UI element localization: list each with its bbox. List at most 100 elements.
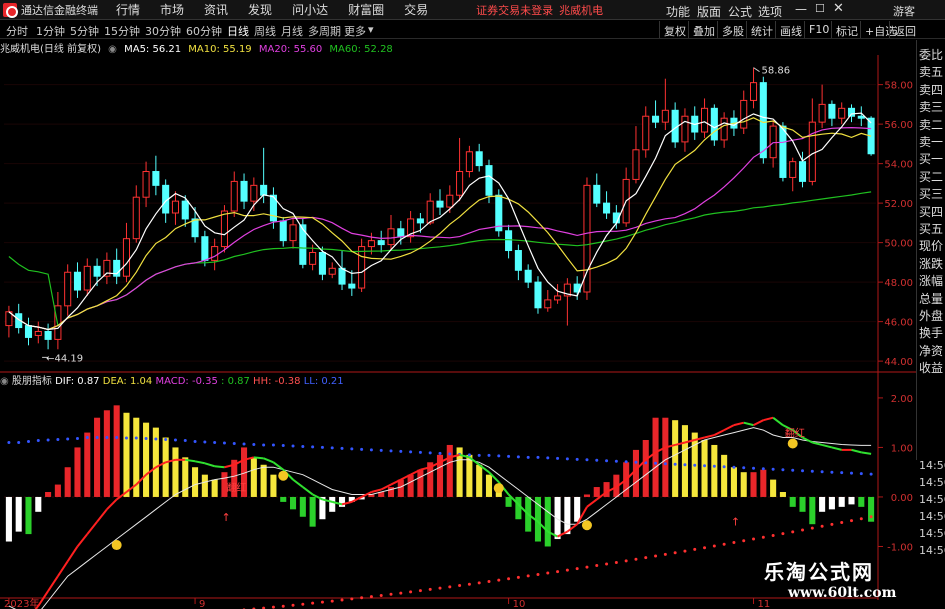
candle-body <box>603 202 611 214</box>
red-dot <box>291 603 295 607</box>
blue-dot <box>624 460 628 464</box>
high-label: 58.86 <box>762 66 791 77</box>
blue-dot <box>703 464 707 468</box>
menu-item-news[interactable]: 资讯 <box>204 1 228 18</box>
period-tab-monthly[interactable]: 月线 <box>281 23 303 39</box>
macd-bar <box>515 496 522 520</box>
candle-body <box>338 267 346 285</box>
signal-smiley-icon <box>787 438 798 449</box>
overlay-button[interactable]: 叠加 <box>688 21 719 38</box>
period-tab-1min[interactable]: 1分钟 <box>36 23 65 39</box>
settings-icon[interactable]: ◉ <box>0 376 9 387</box>
maximize-icon[interactable]: ☐ <box>815 2 825 15</box>
side-panel-item[interactable]: 现价 <box>919 237 943 254</box>
menu-formula[interactable]: 公式 <box>728 3 752 20</box>
period-tab-weekly[interactable]: 周线 <box>254 23 276 39</box>
period-tab-more[interactable]: 更多 <box>344 23 366 39</box>
menu-item-trade[interactable]: 交易 <box>404 1 428 18</box>
macd-bar <box>123 412 130 497</box>
side-panel-item[interactable]: 买一 <box>919 150 943 167</box>
minimize-icon[interactable]: — <box>795 2 807 16</box>
dif-segment <box>263 457 274 464</box>
candle-body <box>652 115 660 123</box>
side-panel-item[interactable]: 买三 <box>919 185 943 202</box>
side-panel-item[interactable]: 卖三 <box>919 98 943 115</box>
candle-body <box>387 228 395 246</box>
period-tab-intraday[interactable]: 分时 <box>6 23 28 39</box>
macd-bar <box>476 464 483 497</box>
red-dot <box>428 587 432 591</box>
blue-dot <box>663 462 667 466</box>
red-dot <box>732 541 736 545</box>
blue-dot <box>134 436 138 440</box>
blue-dot <box>418 450 422 454</box>
side-panel-item[interactable]: 涨跌 <box>919 255 943 272</box>
chevron-down-icon[interactable]: ▾ <box>368 23 374 36</box>
close-icon[interactable]: ✕ <box>833 1 844 16</box>
blue-dot <box>26 439 30 443</box>
menu-item-discover[interactable]: 发现 <box>248 1 272 18</box>
macd-label: MACD: -0.35 <box>155 376 218 387</box>
candle-body <box>230 180 238 212</box>
side-panel-item[interactable]: 收益 <box>919 359 943 376</box>
red-dot <box>507 577 511 581</box>
side-panel-item[interactable]: 卖二 <box>919 116 943 133</box>
menu-item-quotes[interactable]: 行情 <box>116 1 140 18</box>
draw-line-button[interactable]: 画线 <box>775 21 806 38</box>
blue-dot <box>213 440 217 444</box>
statistics-button[interactable]: 统计 <box>746 21 777 38</box>
macd-bar <box>250 457 257 497</box>
side-panel-item[interactable]: 卖五 <box>919 63 943 80</box>
dif-segment <box>86 521 98 535</box>
guest-label[interactable]: 游客 <box>893 3 915 19</box>
period-tab-15min[interactable]: 15分钟 <box>104 23 140 39</box>
app-title: 通达信金融终端 <box>21 3 98 17</box>
period-tab-daily[interactable]: 日线 <box>227 23 249 39</box>
menu-item-wealth[interactable]: 财富圈 <box>348 1 384 18</box>
back-button[interactable]: 返回 <box>889 21 920 38</box>
settings-icon[interactable]: ◉ <box>108 44 117 55</box>
period-tab-30min[interactable]: 30分钟 <box>145 23 181 39</box>
side-panel-item[interactable]: 总量 <box>919 290 943 307</box>
mark-button[interactable]: 标记 <box>831 21 862 38</box>
menu-item-market[interactable]: 市场 <box>160 1 184 18</box>
f10-button[interactable]: F10 <box>804 21 833 38</box>
multi-stock-button[interactable]: 多股 <box>717 21 748 38</box>
blue-dot <box>428 451 432 455</box>
kline-chart[interactable]: 58.00 56.00 54.00 52.00 50.00 48.00 46.00 44.00… <box>0 0 945 609</box>
side-panel-item[interactable]: 净资 <box>919 342 943 359</box>
side-time: 14:56 <box>919 510 945 523</box>
side-panel-item[interactable]: 买五 <box>919 220 943 237</box>
blue-dot <box>556 456 560 460</box>
red-dot <box>448 585 452 589</box>
menu-options[interactable]: 选项 <box>758 3 782 20</box>
period-tab-60min[interactable]: 60分钟 <box>186 23 222 39</box>
side-panel-item[interactable]: 买四 <box>919 203 943 220</box>
login-status[interactable]: 证券交易未登录 <box>476 2 553 18</box>
blue-dot <box>859 472 863 476</box>
side-panel-item[interactable]: 买二 <box>919 168 943 185</box>
dif-segment <box>763 416 774 422</box>
restore-rights-button[interactable]: 复权 <box>659 21 690 38</box>
period-tab-multi[interactable]: 多周期 <box>308 23 341 39</box>
blue-dot <box>761 467 765 471</box>
signal-smiley-icon <box>581 520 592 531</box>
side-panel-item[interactable]: 涨幅 <box>919 272 943 289</box>
macd-bar <box>35 496 42 512</box>
side-panel-item[interactable]: 委比 <box>919 46 943 63</box>
side-panel-item[interactable]: 卖一 <box>919 133 943 150</box>
blue-dot <box>683 463 687 467</box>
menu-function[interactable]: 功能 <box>666 3 690 20</box>
macd-bar <box>485 474 493 497</box>
blue-dot <box>291 444 295 448</box>
menu-layout[interactable]: 版面 <box>697 3 721 20</box>
side-panel-item[interactable]: 外盘 <box>919 307 943 324</box>
red-dot <box>467 582 471 586</box>
blue-dot <box>693 463 697 467</box>
side-panel-item[interactable]: 换手 <box>919 324 943 341</box>
blue-dot <box>742 466 746 470</box>
period-tab-5min[interactable]: 5分钟 <box>70 23 99 39</box>
ma60-label: MA60: 52.28 <box>329 44 393 55</box>
side-panel-item[interactable]: 卖四 <box>919 81 943 98</box>
menu-item-ask[interactable]: 问小达 <box>292 1 328 18</box>
